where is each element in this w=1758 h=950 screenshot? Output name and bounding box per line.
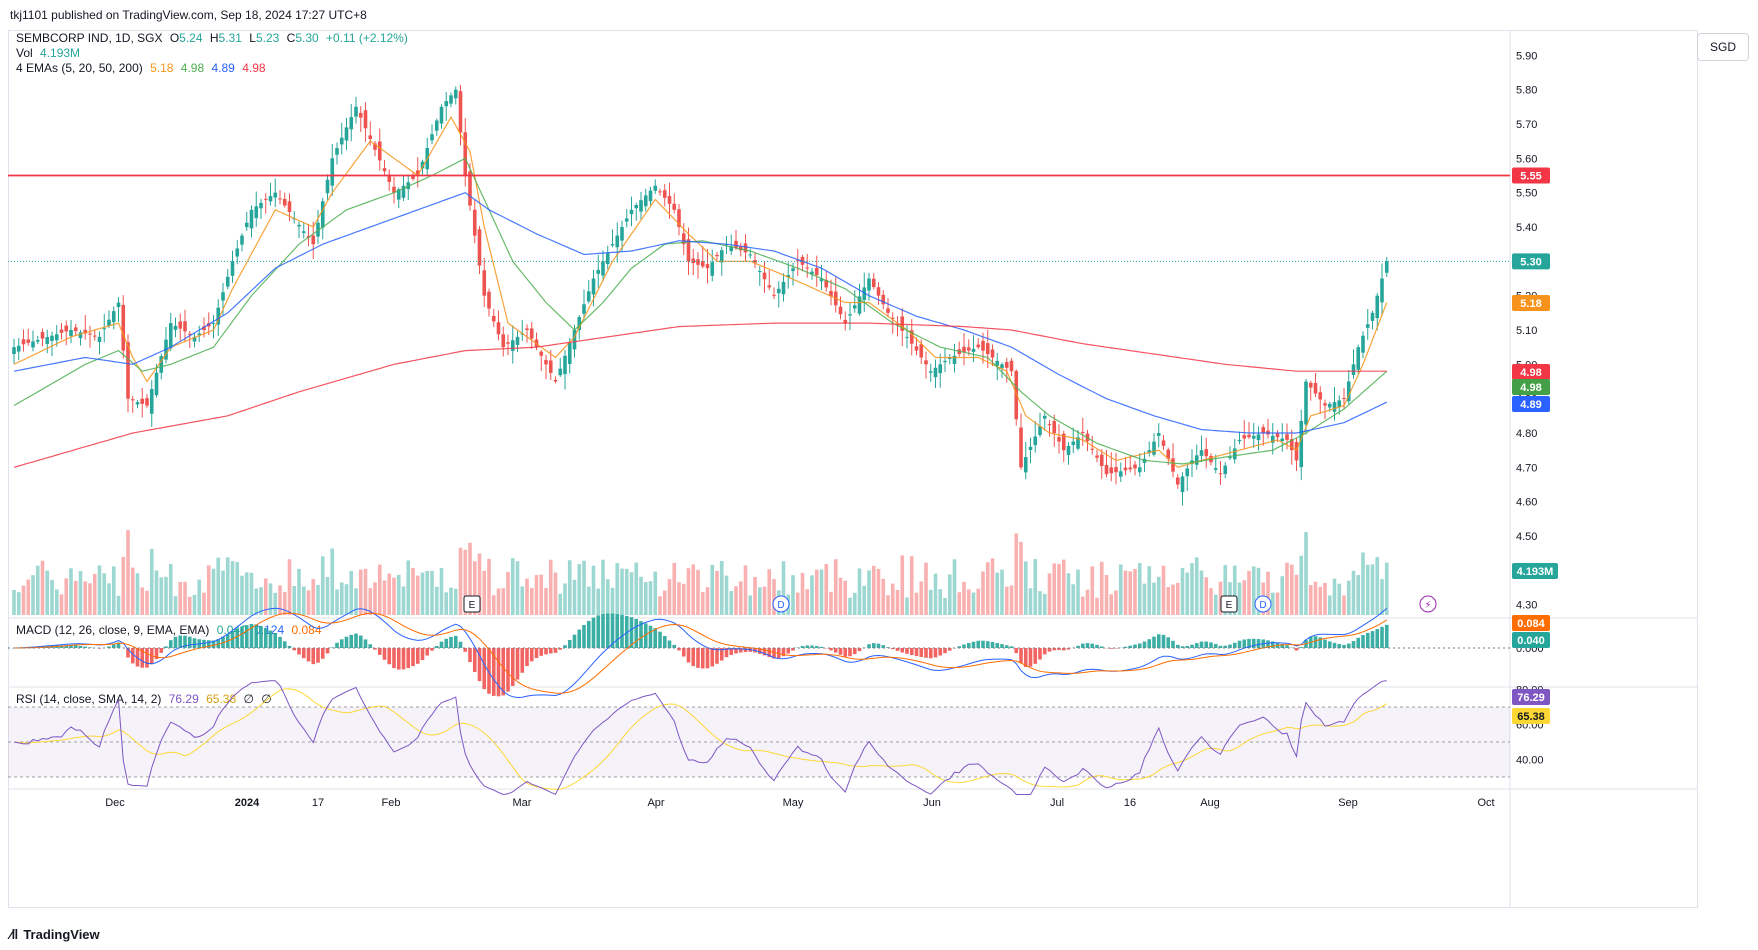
macd-signal-value: 0.084 [291,623,322,637]
rsi-label[interactable]: RSI (14, close, SMA, 14, 2) [16,692,161,706]
macd-legend: MACD (12, 26, close, 9, EMA, EMA) 0.040 … [16,623,326,637]
rsi-ma-value: 65.38 [206,692,237,706]
symbol-legend: SEMBCORP IND, 1D, SGX O5.24 H5.31 L5.23 … [16,31,412,45]
change-value: +0.11 (+2.12%) [326,31,408,45]
ema200-value: 4.98 [242,61,266,75]
chart-frame [8,30,1698,908]
rsi-extra-2: ∅ [261,692,272,706]
low-value: 5.23 [255,31,280,45]
rsi-legend: RSI (14, close, SMA, 14, 2) 76.29 65.38 … [16,692,276,706]
high-value: 5.31 [218,31,242,45]
open-label: O [169,31,180,45]
ema50-value: 4.89 [211,61,235,75]
volume-legend: Vol 4.193M [16,46,84,60]
rsi-value: 76.29 [168,692,199,706]
tradingview-label: TradingView [23,926,100,942]
macd-line-value: 0.124 [254,623,285,637]
symbol-name[interactable]: SEMBCORP IND, 1D, SGX [16,31,162,45]
low-label: L [249,31,256,45]
close-label: C [286,31,296,45]
volume-value: 4.193M [40,46,81,60]
macd-label[interactable]: MACD (12, 26, close, 9, EMA, EMA) [16,623,209,637]
high-label: H [209,31,219,45]
macd-hist-value: 0.040 [216,623,247,637]
ema20-value: 4.98 [180,61,205,75]
ema-label[interactable]: 4 EMAs (5, 20, 50, 200) [16,61,143,75]
currency-button[interactable]: SGD [1697,33,1749,61]
ema-legend: 4 EMAs (5, 20, 50, 200) 5.18 4.98 4.89 4… [16,61,270,75]
publish-caption: tkj1101 published on TradingView.com, Se… [10,8,367,22]
tradingview-logo[interactable]: ⁄‖ TradingView [10,926,100,942]
tradingview-icon: ⁄‖ [10,926,18,942]
open-value: 5.24 [179,31,203,45]
volume-label[interactable]: Vol [16,46,33,60]
rsi-extra-1: ∅ [243,692,254,706]
ema5-value: 5.18 [150,61,174,75]
close-value: 5.30 [295,31,319,45]
